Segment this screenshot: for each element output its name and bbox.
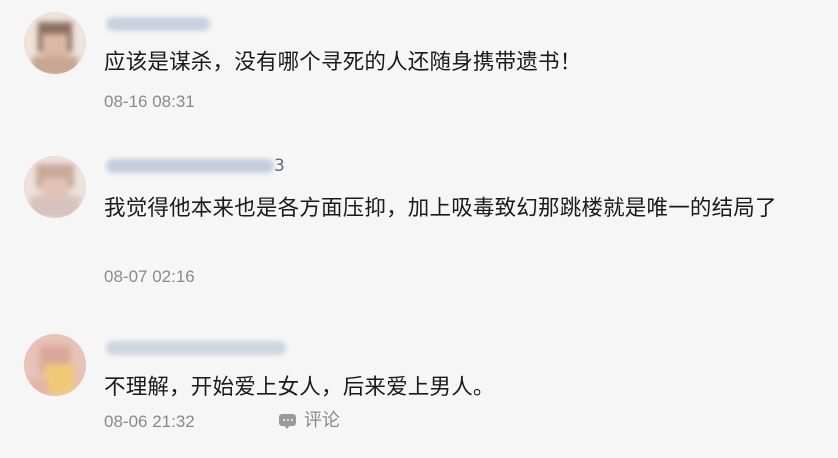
user-avatar[interactable]	[24, 12, 86, 74]
username[interactable]	[104, 337, 304, 359]
comment-item: 不理解，开始爱上女人，后来爱上男人。 08-06 21:32 评论	[0, 320, 838, 458]
username[interactable]: 3	[104, 155, 304, 177]
comment-item: 应该是谋杀，没有哪个寻死的人还随身携带遗书！ 08-16 08:31	[0, 0, 838, 130]
comment-item: 3 我觉得他本来也是各方面压抑，加上吸毒致幻那跳楼就是唯一的结局了 08-07 …	[0, 140, 838, 300]
user-avatar[interactable]	[24, 156, 86, 218]
comment-time: 08-06 21:32	[104, 412, 195, 431]
comment-text: 应该是谋杀，没有哪个寻死的人还随身携带遗书！	[104, 50, 582, 75]
comment-bubble-icon	[278, 413, 298, 429]
comment-time: 08-16 08:31	[104, 92, 195, 111]
comment-text: 我觉得他本来也是各方面压抑，加上吸毒致幻那跳楼就是唯一的结局了	[104, 196, 777, 221]
reply-button[interactable]: 评论	[278, 410, 340, 432]
reply-label: 评论	[304, 410, 340, 431]
comment-time: 08-07 02:16	[104, 267, 195, 286]
username-tail: 3	[274, 156, 285, 176]
user-avatar[interactable]	[24, 334, 86, 396]
username[interactable]	[104, 13, 214, 35]
comment-text: 不理解，开始爱上女人，后来爱上男人。	[104, 375, 495, 400]
